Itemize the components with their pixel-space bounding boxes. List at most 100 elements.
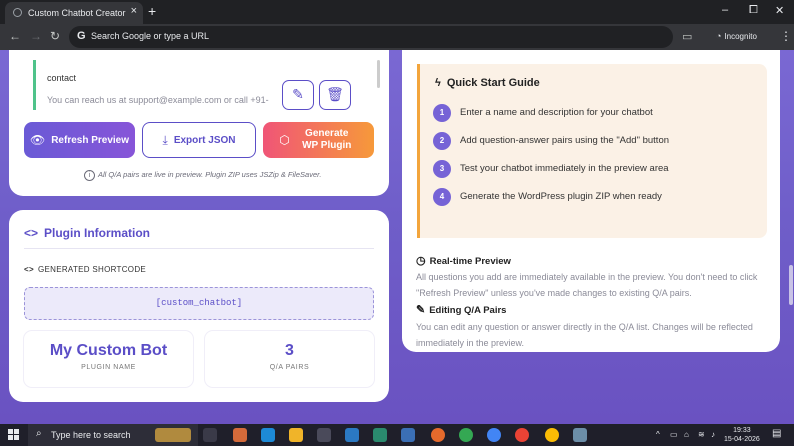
page-scrollbar[interactable]: [788, 50, 794, 424]
clock-icon: ◷: [416, 255, 426, 267]
browser-tab-bar: Custom Chatbot Creator × + – ⧠ ✕: [0, 0, 794, 24]
quick-start-guide: ϟ Quick Start Guide 1 Enter a name and de…: [417, 64, 767, 238]
copilot-icon[interactable]: [233, 428, 247, 442]
tip-title-realtime: ◷ Real-time Preview: [416, 254, 511, 267]
stat-value: My Custom Bot: [49, 342, 168, 359]
plugin-info-card: <> Plugin Information <> GENERATED SHORTCO…: [9, 210, 389, 402]
trash-icon: 🗑: [326, 86, 344, 102]
chrome-icon[interactable]: [545, 428, 559, 442]
reload-icon[interactable]: ↻: [50, 29, 60, 43]
step-text: Generate the WordPress plugin ZIP when r…: [460, 191, 662, 202]
wifi-icon[interactable]: ≋: [698, 430, 705, 439]
stat-value: 3: [285, 342, 294, 359]
back-arrow-icon[interactable]: ←: [9, 29, 21, 43]
tip-text-realtime: All questions you add are immediately av…: [416, 272, 758, 298]
minimize-button[interactable]: –: [722, 4, 728, 16]
shortcode-label: <> GENERATED SHORTCODE: [24, 265, 146, 274]
preview-note-text: All Q/A pairs are live in preview. Plugi…: [98, 170, 322, 179]
stat-label: PLUGIN NAME: [81, 364, 136, 371]
plugin-info-title-text: Plugin Information: [44, 226, 151, 240]
pencil-icon: ✎: [292, 86, 304, 102]
windows-taskbar: ⌕ Type here to search ^ ▭ ⌂ ≋ ♪ 19:33 15…: [0, 424, 794, 446]
pencil-icon: ✎: [416, 304, 426, 316]
qa-answer[interactable]: You can reach us at support@example.com …: [47, 93, 282, 107]
shortcode-box[interactable]: [custom_chatbot]: [24, 287, 374, 320]
notification-icon[interactable]: ▤: [772, 428, 781, 439]
step-number: 4: [433, 188, 451, 206]
app-icon[interactable]: [401, 428, 415, 442]
page-viewport: contact You can reach us at support@exam…: [0, 50, 794, 424]
plugin-info-title: <> Plugin Information: [24, 226, 150, 240]
qa-list-item: contact You can reach us at support@exam…: [33, 60, 381, 110]
app-icon[interactable]: [573, 428, 587, 442]
guide-title-text: Quick Start Guide: [446, 77, 540, 89]
step-number: 1: [433, 104, 451, 122]
tip-title-text: Editing Q/A Pairs: [429, 305, 507, 316]
task-view-icon[interactable]: [203, 428, 217, 442]
chrome-icon[interactable]: [487, 428, 501, 442]
bolt-icon: ϟ: [435, 77, 441, 89]
search-icon: ⌕: [36, 428, 42, 439]
step-number: 3: [433, 160, 451, 178]
divider: [24, 248, 374, 249]
preview-note: i All Q/A pairs are live in preview. Plug…: [84, 170, 321, 181]
clock-time: 19:33: [733, 427, 751, 434]
qa-question[interactable]: contact: [47, 73, 76, 83]
refresh-preview-button[interactable]: 👁 Refresh Preview: [24, 122, 135, 158]
refresh-preview-label: Refresh Preview: [51, 134, 130, 146]
app-icon[interactable]: [373, 428, 387, 442]
store-icon[interactable]: [317, 428, 331, 442]
file-explorer-icon[interactable]: [289, 428, 303, 442]
package-icon: ⬡: [279, 133, 290, 147]
tray-app-icon[interactable]: ▭: [670, 430, 678, 439]
tray-chevron-icon[interactable]: ^: [656, 430, 660, 439]
new-tab-button[interactable]: +: [148, 3, 156, 19]
qa-editor-card: contact You can reach us at support@exam…: [9, 50, 389, 196]
windows-start-icon[interactable]: [8, 429, 19, 440]
generate-plugin-label: Generate WP Plugin: [302, 128, 352, 151]
edit-button[interactable]: ✎: [282, 80, 314, 110]
omnibox-placeholder: Search Google or type a URL: [91, 31, 210, 41]
taskbar-clock[interactable]: 19:33 15-04-2026: [724, 426, 760, 444]
tab-close-icon[interactable]: ×: [131, 5, 137, 17]
eye-icon: 👁: [29, 133, 46, 147]
shortcode-label-text: GENERATED SHORTCODE: [37, 265, 147, 274]
guide-title: ϟ Quick Start Guide: [435, 77, 540, 89]
incognito-indicator[interactable]: ◔ Incognito: [716, 31, 757, 41]
tip-title-text: Real-time Preview: [429, 256, 511, 267]
forward-arrow-icon[interactable]: →: [30, 29, 42, 43]
stat-plugin-name: My Custom Bot PLUGIN NAME: [24, 331, 193, 387]
maximize-button[interactable]: ⧠: [749, 4, 758, 17]
close-window-button[interactable]: ✕: [775, 4, 784, 17]
export-json-label: Export JSON: [173, 134, 236, 146]
widget-icon[interactable]: [155, 428, 191, 442]
page-scrollbar-thumb[interactable]: [789, 265, 793, 305]
tab-favicon-icon: [13, 8, 22, 17]
network-icon[interactable]: ⌂: [684, 430, 689, 439]
stat-label: Q/A PAIRS: [269, 364, 310, 371]
generate-plugin-button[interactable]: ⬡ Generate WP Plugin: [263, 122, 374, 158]
tab-title: Custom Chatbot Creator: [28, 8, 126, 18]
incognito-label: Incognito: [724, 32, 757, 41]
mail-icon[interactable]: [345, 428, 359, 442]
code-icon: <>: [24, 265, 34, 274]
step-number: 2: [433, 132, 451, 150]
tab-search-icon[interactable]: ▭: [682, 30, 692, 43]
edge-icon[interactable]: [261, 428, 275, 442]
firefox-icon[interactable]: [431, 428, 445, 442]
browser-menu-icon[interactable]: ⋮: [780, 29, 792, 43]
qa-list-scrollbar[interactable]: [377, 60, 380, 88]
chrome-icon[interactable]: [515, 428, 529, 442]
export-json-button[interactable]: ⤓ Export JSON: [142, 122, 256, 158]
browser-tab[interactable]: Custom Chatbot Creator ×: [5, 2, 143, 24]
taskbar-search-placeholder: Type here to search: [51, 430, 131, 440]
chrome-icon[interactable]: [459, 428, 473, 442]
stat-qa-pairs: 3 Q/A PAIRS: [205, 331, 374, 387]
delete-button[interactable]: 🗑: [319, 80, 351, 110]
download-icon: ⤓: [162, 132, 168, 147]
volume-icon[interactable]: ♪: [711, 430, 715, 439]
step-text: Enter a name and description for your ch…: [460, 107, 653, 118]
omnibox[interactable]: G Search Google or type a URL: [69, 26, 673, 48]
step-text: Test your chatbot immediately in the pre…: [460, 163, 669, 174]
info-icon: i: [84, 170, 95, 181]
